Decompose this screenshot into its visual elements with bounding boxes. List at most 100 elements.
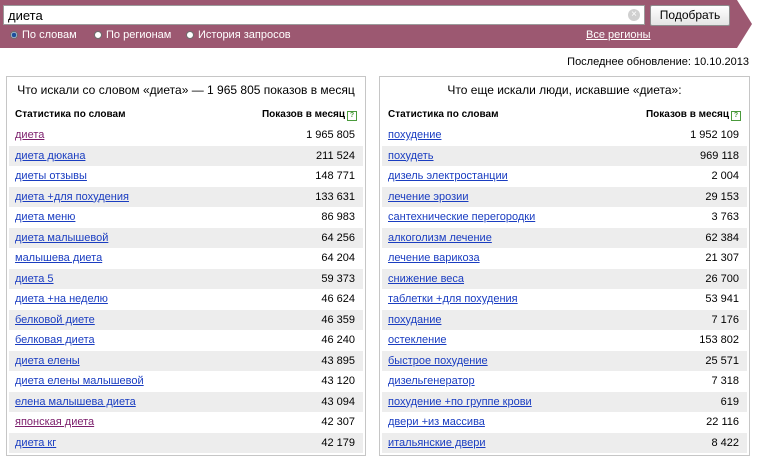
table-row: диета +на неделю 46 624 bbox=[9, 289, 363, 310]
impressions-count: 7 318 bbox=[711, 375, 739, 387]
submit-button[interactable]: Подобрать bbox=[650, 5, 730, 26]
impressions-count: 25 571 bbox=[705, 354, 739, 367]
table-row: белковая диета 46 240 bbox=[9, 330, 363, 351]
keyword-link[interactable]: дизельгенератор bbox=[388, 375, 475, 387]
table-row: быстрое похудение 25 571 bbox=[382, 350, 747, 371]
mode-by-words[interactable]: По словам bbox=[10, 29, 77, 41]
keyword-link[interactable]: лечение варикоза bbox=[388, 252, 480, 264]
impressions-count: 62 384 bbox=[705, 231, 739, 244]
table-row: белковой диете 46 359 bbox=[9, 309, 363, 330]
keywords-list: диета 1 965 805 диета дюкана 211 524 диеты о… bbox=[7, 125, 365, 453]
keyword-link[interactable]: диета +для похудения bbox=[15, 191, 129, 203]
impressions-count: 59 373 bbox=[321, 272, 355, 285]
keyword-link[interactable]: диета меню bbox=[15, 211, 75, 223]
table-row: похудание 7 176 bbox=[382, 309, 747, 330]
keyword-link[interactable]: диета +на неделю bbox=[15, 293, 108, 305]
clear-icon[interactable]: × bbox=[628, 9, 640, 21]
table-row: елена малышева диета 43 094 bbox=[9, 391, 363, 412]
table-row: итальянские двери 8 422 bbox=[382, 432, 747, 453]
impressions-count: 42 179 bbox=[321, 436, 355, 449]
keyword-link[interactable]: диета елены bbox=[15, 355, 80, 367]
impressions-count: 619 bbox=[720, 395, 739, 408]
search-box[interactable]: × bbox=[3, 5, 645, 25]
column-count-label: Показов в месяц bbox=[645, 109, 729, 120]
table-row: малышева диета 64 204 bbox=[9, 248, 363, 269]
keyword-link[interactable]: лечение эрозии bbox=[388, 191, 468, 203]
impressions-count: 148 771 bbox=[315, 170, 355, 182]
help-icon[interactable]: ? bbox=[731, 111, 741, 121]
table-row: диета дюкана 211 524 bbox=[9, 145, 363, 166]
help-icon[interactable]: ? bbox=[347, 111, 357, 121]
keyword-link[interactable]: остекление bbox=[388, 334, 446, 346]
impressions-count: 153 802 bbox=[699, 334, 739, 346]
keyword-link[interactable]: сантехнические перегородки bbox=[388, 211, 535, 223]
keyword-link[interactable]: диета bbox=[15, 129, 44, 141]
column-header: Статистика по словам Показов в месяц? bbox=[7, 107, 365, 125]
impressions-count: 3 763 bbox=[711, 211, 739, 223]
keyword-link[interactable]: белковой диете bbox=[15, 314, 95, 326]
keyword-link[interactable]: елена малышева диета bbox=[15, 396, 136, 408]
mode-label: История запросов bbox=[198, 29, 291, 41]
mode-label: По регионам bbox=[106, 29, 172, 41]
keyword-link[interactable]: диета дюкана bbox=[15, 150, 85, 162]
keyword-link[interactable]: диета елены малышевой bbox=[15, 375, 144, 387]
mode-history[interactable]: История запросов bbox=[186, 29, 291, 41]
column-keyword-label: Статистика по словам bbox=[388, 109, 499, 120]
table-row: остекление 153 802 bbox=[382, 330, 747, 351]
keyword-link[interactable]: снижение веса bbox=[388, 273, 464, 285]
table-row: диета малышевой 64 256 bbox=[9, 227, 363, 248]
impressions-count: 22 116 bbox=[706, 416, 739, 428]
keyword-link[interactable]: быстрое похудение bbox=[388, 355, 488, 367]
table-row: лечение варикоза 21 307 bbox=[382, 248, 747, 269]
keyword-link[interactable]: диета 5 bbox=[15, 273, 54, 285]
keyword-link[interactable]: японская диета bbox=[15, 416, 94, 428]
keywords-panel: Что искали со словом «диета» — 1 965 805… bbox=[6, 76, 366, 456]
keyword-link[interactable]: похудение +по группе крови bbox=[388, 396, 532, 408]
keyword-link[interactable]: алкоголизм лечение bbox=[388, 232, 492, 244]
keyword-link[interactable]: диета малышевой bbox=[15, 232, 108, 244]
keyword-link[interactable]: малышева диета bbox=[15, 252, 102, 264]
keyword-link[interactable]: дизель электростанции bbox=[388, 170, 508, 182]
table-row: диета +для похудения 133 631 bbox=[9, 186, 363, 207]
keyword-link[interactable]: таблетки +для похудения bbox=[388, 293, 518, 305]
column-header: Статистика по словам Показов в месяц? bbox=[380, 107, 749, 125]
keyword-link[interactable]: диета кг bbox=[15, 437, 56, 449]
table-row: таблетки +для похудения 53 941 bbox=[382, 289, 747, 310]
keyword-link[interactable]: диеты отзывы bbox=[15, 170, 87, 182]
table-row: диета меню 86 983 bbox=[9, 207, 363, 228]
impressions-count: 7 176 bbox=[711, 313, 739, 326]
radio-icon[interactable] bbox=[94, 31, 102, 39]
keyword-link[interactable]: похудение bbox=[388, 129, 441, 141]
radio-selected-icon[interactable] bbox=[10, 31, 18, 39]
impressions-count: 969 118 bbox=[700, 149, 739, 162]
column-keyword-label: Статистика по словам bbox=[15, 109, 126, 120]
keyword-link[interactable]: двери +из массива bbox=[388, 416, 485, 428]
panel-title: Что искали со словом «диета» — 1 965 805… bbox=[17, 83, 355, 97]
table-row: снижение веса 26 700 bbox=[382, 268, 747, 289]
table-row: дизель электростанции 2 004 bbox=[382, 166, 747, 187]
column-count: Показов в месяц? bbox=[646, 109, 741, 121]
impressions-count: 86 983 bbox=[321, 211, 355, 223]
related-queries-list: похудение 1 952 109 похудеть 969 118 дизель … bbox=[380, 125, 749, 453]
impressions-count: 43 120 bbox=[321, 375, 355, 387]
impressions-count: 64 204 bbox=[321, 252, 355, 264]
table-row: диета 5 59 373 bbox=[9, 268, 363, 289]
keyword-link[interactable]: итальянские двери bbox=[388, 437, 486, 449]
radio-icon[interactable] bbox=[186, 31, 194, 39]
impressions-count: 8 422 bbox=[711, 436, 739, 449]
impressions-count: 53 941 bbox=[705, 293, 739, 305]
impressions-count: 46 359 bbox=[321, 313, 355, 326]
search-bar: × Подобрать По словам По регионам Истори… bbox=[0, 0, 757, 48]
all-regions-link[interactable]: Все регионы bbox=[586, 29, 651, 41]
impressions-count: 1 952 109 bbox=[690, 129, 739, 141]
last-update: Последнее обновление: 10.10.2013 bbox=[567, 56, 749, 68]
impressions-count: 42 307 bbox=[321, 416, 355, 428]
keyword-link[interactable]: белковая диета bbox=[15, 334, 95, 346]
impressions-count: 43 895 bbox=[321, 354, 355, 367]
keyword-link[interactable]: похудеть bbox=[388, 150, 434, 162]
table-row: японская диета 42 307 bbox=[9, 412, 363, 433]
mode-by-regions[interactable]: По регионам bbox=[94, 29, 171, 41]
search-input[interactable] bbox=[8, 7, 608, 23]
panel-title: Что еще искали люди, искавшие «диета»: bbox=[447, 83, 682, 97]
keyword-link[interactable]: похудание bbox=[388, 314, 441, 326]
